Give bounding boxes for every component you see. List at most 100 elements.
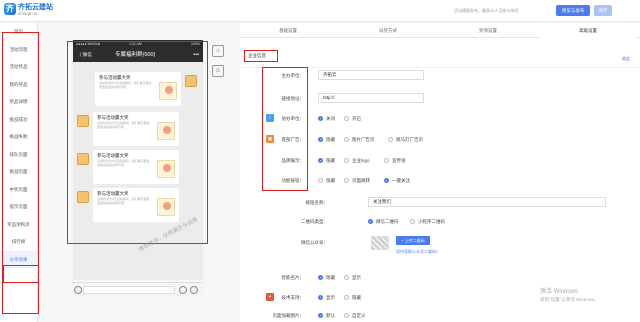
- wx-account-label: 微信公众号：: [301, 240, 328, 245]
- activation-subtitle: 转到"设置"以激活 Windows。: [540, 297, 599, 302]
- co-host-off-radio[interactable]: 关闭: [318, 116, 335, 122]
- settings-panel: 基础设置 派奖方式 奖项设置 高级设置 企业信息 收起 主办单位： 齐拓云 链接…: [240, 23, 640, 322]
- feature-btn-label: 功能按钮：: [281, 178, 305, 183]
- canvas-tools: ⌂ ☺: [212, 45, 226, 85]
- tab-advanced[interactable]: 高级设置: [540, 23, 636, 38]
- tab-prize-settings[interactable]: 奖项设置: [440, 23, 536, 38]
- section-title: 企业信息: [248, 53, 266, 58]
- smart-card-show-radio[interactable]: 显示: [344, 275, 361, 281]
- message-bubble: 参与活动赢大奖 活动时间为5天活动期间，我们每天都会发放奖品快来参与吧: [93, 112, 179, 146]
- phone-status-bar: ●●●●● WeChat 1:21 AM 100%: [73, 40, 203, 48]
- bottom-ad-marquee-radio[interactable]: 跑马灯广告页: [388, 137, 423, 143]
- nav-item-ranking[interactable]: 排行榜: [0, 233, 37, 251]
- message-desc: 活动时间为5天活动期间，我们每天都会发放奖品快来参与吧: [97, 159, 150, 167]
- message-thumbnail: [157, 198, 175, 216]
- nav-item-my-prizes[interactable]: 我的奖品: [0, 76, 37, 94]
- btn-name-input[interactable]: 关注我们: [368, 197, 606, 207]
- chat-input-bar: [73, 282, 203, 296]
- nav-item-tips[interactable]: 提示页面: [0, 198, 37, 216]
- voice-icon[interactable]: [74, 286, 82, 294]
- nav-item-share[interactable]: 分享效果: [0, 250, 37, 268]
- bottom-ad-hide-radio[interactable]: 隐藏: [318, 137, 335, 143]
- qr-help-link[interactable]: 如何获取公众号二维码?: [396, 249, 438, 255]
- co-host-label: 协办单位：: [281, 116, 305, 121]
- chat-message[interactable]: 参与活动赢大奖 活动时间为5天活动期间，我们每天都会发放奖品快来参与吧: [77, 188, 181, 222]
- host-input[interactable]: 齐拓云: [318, 70, 424, 80]
- emoji-icon[interactable]: [179, 286, 187, 294]
- settings-tabs: 基础设置 派奖方式 奖项设置 高级设置: [240, 23, 640, 38]
- chat-title: 专属福利群(500): [115, 52, 156, 58]
- divider: [240, 67, 640, 68]
- tab-award-method[interactable]: 派奖方式: [340, 23, 436, 38]
- nav-item-home[interactable]: 首页: [0, 23, 37, 41]
- link-input[interactable]: http://: [318, 93, 424, 103]
- brand-hide-radio[interactable]: 隐藏: [318, 158, 335, 164]
- message-bubble: 参与活动赢大奖 活动时间为5天活动期间，我们每天都会发放奖品快来参与吧: [93, 188, 179, 222]
- bottom-ad-image-radio[interactable]: 图片广告页: [344, 137, 375, 143]
- message-desc: 活动时间为5天活动期间，我们每天都会发放奖品快来参与吧: [99, 81, 152, 89]
- avatar: [77, 115, 89, 127]
- host-label: 主办单位：: [281, 73, 305, 78]
- nav-item-success[interactable]: 挑战成功: [0, 111, 37, 129]
- tab-basic[interactable]: 基础设置: [240, 23, 336, 38]
- brand-logo-radio[interactable]: 企业logo: [344, 158, 370, 164]
- chat-message[interactable]: 参与活动赢大奖 活动时间为5天活动期间，我们每天都会发放奖品快来参与吧: [77, 112, 181, 146]
- back-button[interactable]: 〈 微信: [77, 48, 92, 62]
- chat-input[interactable]: [83, 286, 175, 294]
- brand-url: xmsq6.cn: [18, 11, 38, 16]
- top-info-text: 活动模版发布，最多20人可参与体验: [454, 8, 519, 13]
- message-thumbnail: [159, 82, 177, 100]
- nav-item-prize-arch[interactable]: 奖品架构页: [0, 216, 37, 234]
- nav-item-fail[interactable]: 挑战失败: [0, 128, 37, 146]
- plus-icon[interactable]: [190, 286, 198, 294]
- brand-logo-icon: 齐: [4, 3, 16, 15]
- tech-support-label: 技术支持：: [281, 295, 305, 300]
- brand-slogan-radio[interactable]: 宣传语: [384, 158, 406, 164]
- nav-item-flow[interactable]: 活动流程: [0, 41, 37, 59]
- feature-jump-radio[interactable]: 页面跳转: [344, 178, 370, 184]
- emoji-face-icon[interactable]: ☺: [212, 65, 224, 77]
- chat-message[interactable]: 参与活动赢大奖 活动时间为5天活动期间，我们每天都会发放奖品快来参与吧: [77, 150, 181, 184]
- save-button[interactable]: 保存: [594, 5, 612, 16]
- activation-title: 激活 Windows: [540, 289, 579, 295]
- qr-miniapp-radio[interactable]: 小程序二维码: [410, 219, 445, 225]
- nav-item-prizes[interactable]: 活动奖品: [0, 58, 37, 76]
- bottom-ad-label: 底部广告：: [281, 137, 305, 142]
- message-bubble: 参与活动赢大奖 活动时间为5天活动期间，我们每天都会发放奖品快来参与吧: [93, 150, 179, 184]
- message-desc: 活动时间为5天活动期间，我们每天都会发放奖品快来参与吧: [97, 197, 150, 205]
- upload-qr-button[interactable]: + 上传二维码: [396, 236, 430, 245]
- top-bar: 齐 齐拓云建站 xmsq6.cn 活动模版发布，最多20人可参与体验 预览与发布…: [0, 0, 640, 22]
- page-bg-custom-radio[interactable]: 自定义: [344, 313, 366, 319]
- co-host-on-radio[interactable]: 开启: [344, 116, 361, 122]
- page-bg-label: 页面加载图片：: [272, 313, 305, 318]
- avatar: [77, 191, 89, 203]
- page-bg-default-radio[interactable]: 默认: [318, 313, 335, 319]
- nav-item-challenge[interactable]: 挑战页面: [0, 163, 37, 181]
- nav-item-queue[interactable]: 排队页面: [0, 146, 37, 164]
- time-text: 1:21 AM: [129, 42, 142, 46]
- tech-support-show-radio[interactable]: 显示: [318, 295, 335, 301]
- qr-type-label: 二维码类型：: [301, 219, 328, 224]
- collapse-link[interactable]: 收起: [622, 56, 630, 62]
- feature-follow-radio[interactable]: 一键关注: [384, 178, 410, 184]
- page-nav-sidebar: 首页 活动流程 活动奖品 我的奖品 奖品详情 挑战成功 挑战失败 排队页面 挑战…: [0, 23, 38, 322]
- tech-support-hide-radio[interactable]: 隐藏: [344, 295, 361, 301]
- carrier-text: ●●●●● WeChat: [76, 42, 101, 46]
- chat-nav-bar: 〈 微信 专属福利群(500) •••: [73, 48, 203, 62]
- battery-text: 100%: [191, 42, 200, 46]
- link-label: 链接地址：: [281, 96, 305, 101]
- qr-wechat-radio[interactable]: 微信二维码: [368, 219, 399, 225]
- nav-item-prize-detail[interactable]: 奖品详情: [0, 93, 37, 111]
- chat-message[interactable]: 参与活动赢大奖 活动时间为5天活动期间，我们每天都会发放奖品快来参与吧: [95, 72, 199, 106]
- shop-icon[interactable]: ⌂: [212, 45, 224, 57]
- brand-label: 品牌展示：: [281, 158, 305, 163]
- message-thumbnail: [157, 160, 175, 178]
- avatar: [185, 75, 197, 87]
- btn-name-label: 按钮名称：: [305, 200, 329, 205]
- preview-publish-button[interactable]: 预览与发布: [556, 5, 590, 16]
- smart-card-hide-radio[interactable]: 隐藏: [318, 275, 335, 281]
- nav-item-win[interactable]: 中奖页面: [0, 181, 37, 199]
- feature-hide-radio[interactable]: 隐藏: [318, 178, 335, 184]
- more-icon[interactable]: •••: [193, 48, 199, 62]
- message-bubble: 参与活动赢大奖 活动时间为5天活动期间，我们每天都会发放奖品快来参与吧: [95, 72, 181, 106]
